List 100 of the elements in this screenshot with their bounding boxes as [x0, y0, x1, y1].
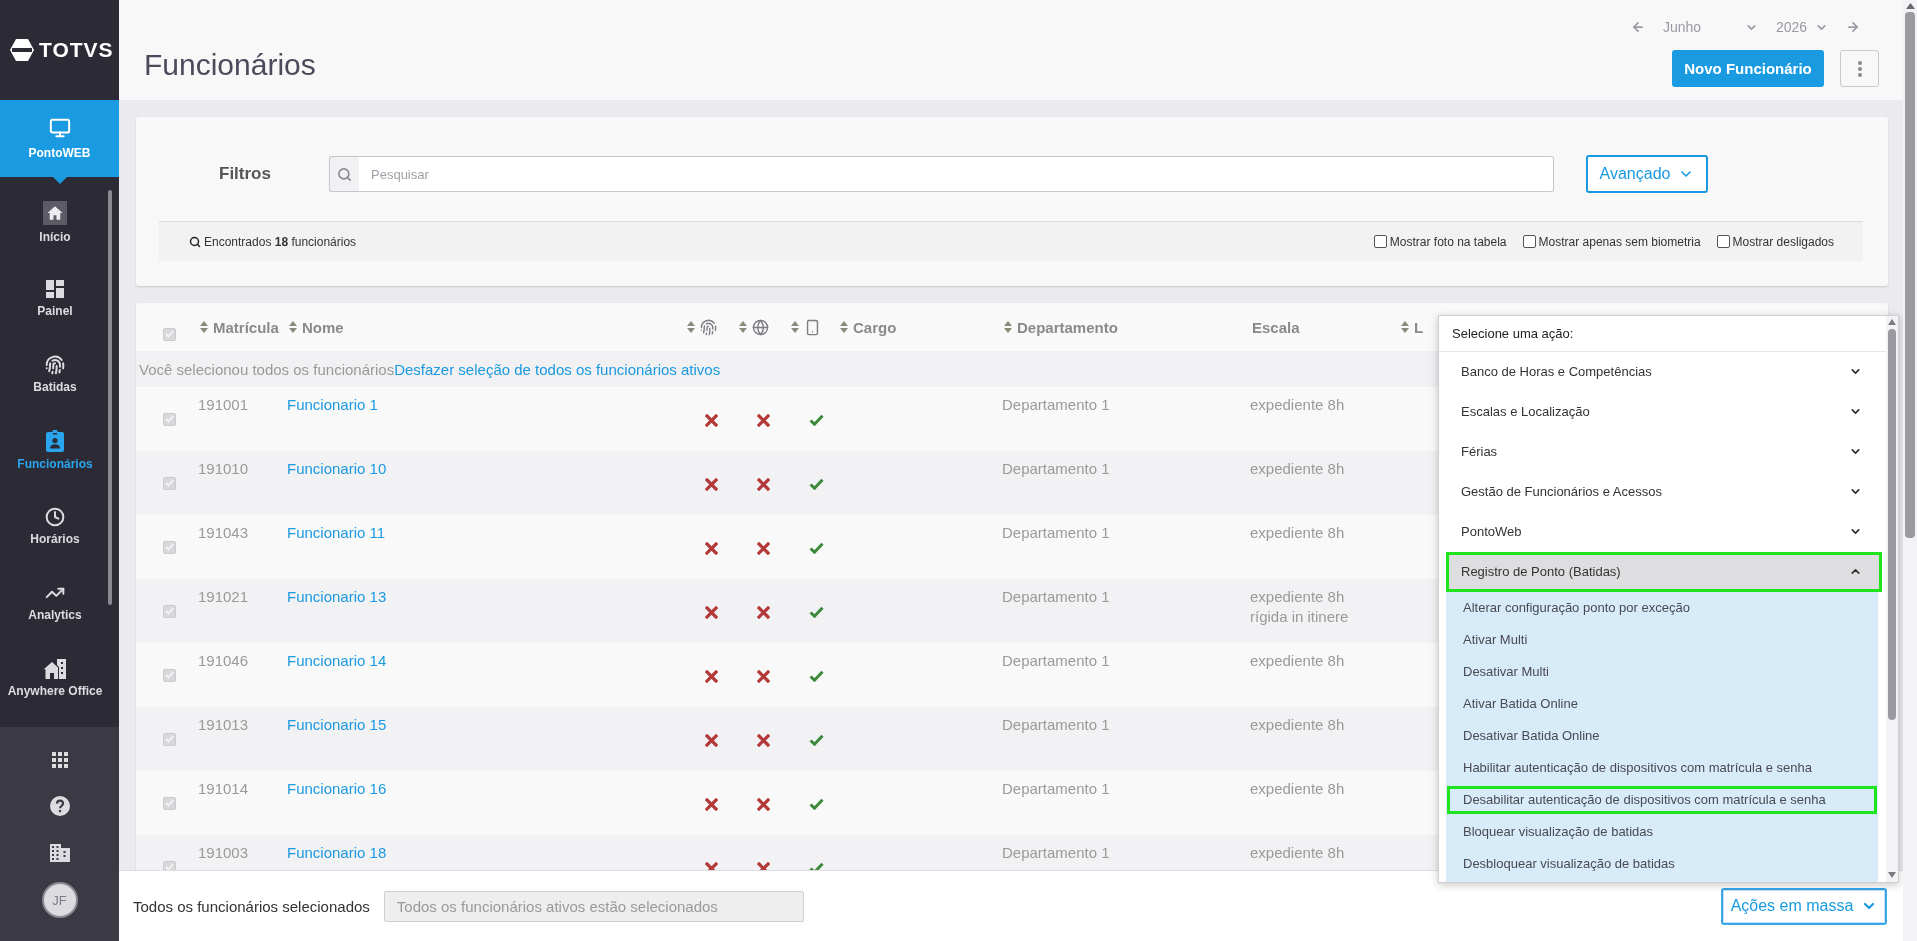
department-text: Departamento 1 [1002, 843, 1110, 863]
module-button[interactable]: PontoWEB [0, 100, 119, 177]
nav-item[interactable]: Analytics [0, 564, 110, 640]
smartphone-icon [804, 318, 821, 336]
employee-link[interactable]: Funcionario 14 [287, 651, 387, 671]
menu-section[interactable]: Banco de Horas e Competências [1446, 351, 1882, 392]
employee-link[interactable]: Funcionario 13 [287, 587, 387, 607]
menu-action[interactable]: Desbloquear visualização de batidas [1446, 847, 1878, 880]
sort-icon[interactable] [739, 321, 747, 333]
row-checkbox[interactable] [163, 732, 176, 746]
sort-icon[interactable] [687, 321, 695, 333]
row-checkbox[interactable] [163, 540, 176, 554]
column-header[interactable]: Nome [289, 318, 344, 336]
nav-item[interactable]: Anywhere Office [0, 640, 110, 716]
menu-section[interactable]: Férias [1446, 431, 1882, 472]
menu-title: Selecione uma ação: [1439, 315, 1886, 352]
bulk-actions-button[interactable]: Ações em massa [1721, 887, 1887, 925]
building-icon[interactable] [49, 844, 70, 862]
menu-action[interactable]: Ativar Multi [1446, 623, 1878, 656]
menu-section[interactable]: Registro de Ponto (Batidas) [1446, 551, 1882, 592]
employee-id: 191010 [198, 459, 249, 479]
option-label: Mostrar desligados [1732, 234, 1834, 249]
employee-link[interactable]: Funcionario 1 [287, 395, 378, 415]
sort-icon[interactable] [289, 321, 297, 333]
menu-action[interactable]: Habilitar autenticação de dispositivos com matrícula e senha [1446, 751, 1878, 784]
menu-section[interactable]: Gestão de Funcionários e Acessos [1446, 471, 1882, 512]
schedule-text: expediente 8h [1250, 587, 1345, 607]
column-header: Escala [1252, 318, 1300, 336]
search-icon [189, 235, 201, 248]
option-label: Mostrar foto na tabela [1389, 234, 1507, 249]
kebab-icon [1857, 60, 1862, 77]
menu-action[interactable]: Desativar Batida Online [1446, 719, 1878, 752]
checkbox[interactable] [1373, 235, 1387, 248]
schedule-text: expediente 8h [1250, 459, 1345, 479]
row-checkbox[interactable] [163, 412, 176, 426]
deselect-link[interactable]: Desfazer seleção de todos os funcionários ativos [394, 360, 721, 378]
schedule-text: rígida in itinere [1250, 607, 1349, 627]
schedule-text: expediente 8h [1250, 843, 1345, 863]
clock-icon [45, 506, 65, 527]
column-header[interactable]: Cargo [840, 318, 897, 336]
select-all-checkbox[interactable] [163, 327, 176, 341]
department-text: Departamento 1 [1002, 395, 1110, 415]
row-checkbox[interactable] [163, 668, 176, 682]
help-icon[interactable] [49, 796, 70, 816]
menu-section[interactable]: PontoWeb [1446, 511, 1882, 552]
pointer-icon [52, 177, 67, 184]
advanced-button[interactable]: Avançado [1586, 155, 1708, 193]
page-title: Funcionários [144, 47, 316, 83]
new-employee-button[interactable]: Novo Funcionário [1672, 50, 1824, 87]
employee-id: 191014 [198, 779, 249, 799]
schedule-text: expediente 8h [1250, 715, 1345, 735]
house-building-icon [44, 658, 66, 679]
department-text: Departamento 1 [1002, 523, 1110, 543]
column-header[interactable] [791, 318, 821, 336]
nav-item[interactable]: Horários [0, 488, 110, 564]
menu-action[interactable]: Bloquear visualização de batidas [1446, 815, 1878, 848]
menu-action[interactable]: Ativar Batida Online [1446, 687, 1878, 720]
sort-icon[interactable] [840, 321, 848, 333]
menu-action[interactable]: Desativar Multi [1446, 655, 1878, 688]
year-select[interactable]: 2026 [1776, 16, 1828, 38]
sort-icon[interactable] [1004, 321, 1012, 333]
schedule-text: expediente 8h [1250, 779, 1345, 799]
row-checkbox[interactable] [163, 796, 176, 810]
month-select[interactable]: Junho [1663, 16, 1758, 38]
filter-label: Filtros [219, 164, 272, 184]
checkbox[interactable] [1522, 235, 1536, 248]
employee-link[interactable]: Funcionario 15 [287, 715, 387, 735]
fingerprint-icon [700, 318, 717, 336]
results-count: Encontrados 18 funcionários [204, 234, 357, 249]
apps-grid-icon[interactable] [51, 752, 68, 768]
employee-link[interactable]: Funcionario 16 [287, 779, 387, 799]
id-badge-icon [46, 429, 64, 452]
employee-id: 191021 [198, 587, 249, 607]
row-checkbox[interactable] [163, 604, 176, 618]
more-button[interactable] [1840, 50, 1879, 87]
user-avatar[interactable]: JF [41, 882, 78, 918]
menu-section[interactable]: Escalas e Localização [1446, 391, 1882, 432]
menu-action[interactable]: Desabilitar autenticação de dispositivos com matrícula e senha [1447, 785, 1877, 814]
menu-action[interactable]: Alterar configuração ponto por exceção [1446, 591, 1878, 624]
employee-id: 191013 [198, 715, 249, 735]
sort-icon[interactable] [200, 321, 208, 333]
column-header[interactable]: Departamento [1004, 318, 1118, 336]
nav-item[interactable]: Painel [0, 260, 110, 336]
nav-item[interactable]: Batidas [0, 336, 110, 412]
employee-link[interactable]: Funcionario 18 [287, 843, 387, 863]
employee-link[interactable]: Funcionario 11 [287, 523, 386, 543]
sort-icon[interactable] [791, 321, 799, 333]
column-header[interactable]: Matrícula [200, 318, 279, 336]
row-checkbox[interactable] [163, 476, 176, 490]
sort-icon[interactable] [1401, 321, 1409, 333]
column-header[interactable] [687, 318, 717, 336]
employee-link[interactable]: Funcionario 10 [287, 459, 387, 479]
employee-id: 191043 [198, 523, 249, 543]
column-header[interactable] [739, 318, 769, 336]
selection-label: Todos os funcionários selecionados [133, 897, 370, 915]
column-header[interactable]: L [1401, 318, 1424, 336]
department-text: Departamento 1 [1002, 459, 1110, 479]
employee-id: 191046 [198, 651, 249, 671]
department-text: Departamento 1 [1002, 651, 1110, 671]
checkbox[interactable] [1716, 235, 1730, 248]
